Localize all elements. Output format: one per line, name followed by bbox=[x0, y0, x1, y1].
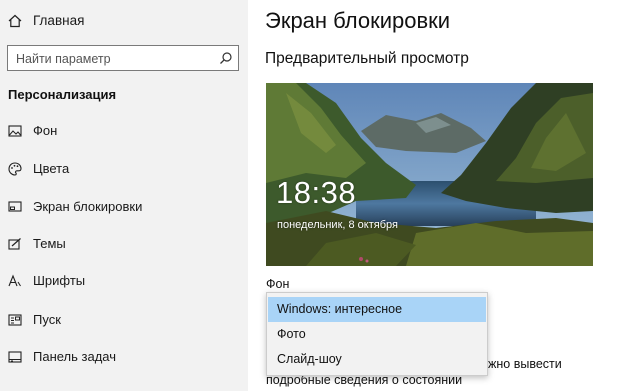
dropdown-option-photo[interactable]: Фото bbox=[268, 322, 486, 347]
search-input[interactable] bbox=[16, 50, 216, 67]
sidebar-item-label: Цвета bbox=[33, 161, 70, 176]
sidebar-item-colors[interactable]: Цвета bbox=[0, 154, 248, 184]
home-link[interactable]: Главная bbox=[0, 8, 248, 34]
partial-description: жно вывести bbox=[488, 357, 562, 371]
background-dropdown[interactable]: Windows: интересное Фото Слайд-шоу bbox=[266, 292, 488, 376]
lock-screen-preview: 18:38 понедельник, 8 октября bbox=[266, 83, 593, 266]
lock-screen-time: 18:38 bbox=[276, 175, 357, 210]
dropdown-option-slideshow[interactable]: Слайд-шоу bbox=[268, 347, 486, 372]
sidebar-item-fonts[interactable]: Шрифты bbox=[0, 266, 248, 296]
lock-screen-date: понедельник, 8 октября bbox=[277, 219, 398, 231]
search-icon[interactable] bbox=[219, 51, 233, 65]
sidebar-item-background[interactable]: Фон bbox=[0, 116, 248, 146]
sidebar-item-label: Панель задач bbox=[33, 349, 117, 364]
themes-icon bbox=[8, 238, 21, 250]
sidebar-item-label: Экран блокировки bbox=[33, 199, 143, 214]
search-box[interactable] bbox=[7, 45, 239, 71]
sidebar-item-themes[interactable]: Темы bbox=[0, 229, 248, 259]
sidebar-item-start[interactable]: Пуск bbox=[0, 305, 248, 335]
sidebar-item-label: Фон bbox=[33, 123, 58, 138]
sidebar-item-label: Пуск bbox=[33, 312, 61, 327]
home-label: Главная bbox=[33, 13, 85, 28]
sidebar-item-taskbar[interactable]: Панель задач bbox=[0, 342, 248, 372]
lock-screen-icon bbox=[8, 201, 22, 212]
sidebar-item-lock-screen[interactable]: Экран блокировки bbox=[0, 192, 248, 222]
dropdown-option-windows-spotlight[interactable]: Windows: интересное bbox=[268, 297, 486, 322]
sidebar: Главная Персонализация Фон Цвета Экран б… bbox=[0, 0, 248, 391]
start-icon bbox=[8, 314, 22, 326]
section-title: Персонализация bbox=[8, 87, 117, 102]
page-title: Экран блокировки bbox=[265, 8, 451, 33]
sidebar-item-label: Темы bbox=[33, 236, 66, 251]
picture-icon bbox=[8, 125, 22, 137]
home-icon bbox=[8, 14, 22, 28]
taskbar-icon bbox=[8, 351, 22, 363]
sidebar-item-label: Шрифты bbox=[33, 273, 86, 288]
background-label: Фон bbox=[266, 277, 290, 291]
preview-heading: Предварительный просмотр bbox=[265, 50, 469, 67]
palette-icon bbox=[8, 162, 22, 176]
fonts-icon bbox=[8, 274, 21, 287]
